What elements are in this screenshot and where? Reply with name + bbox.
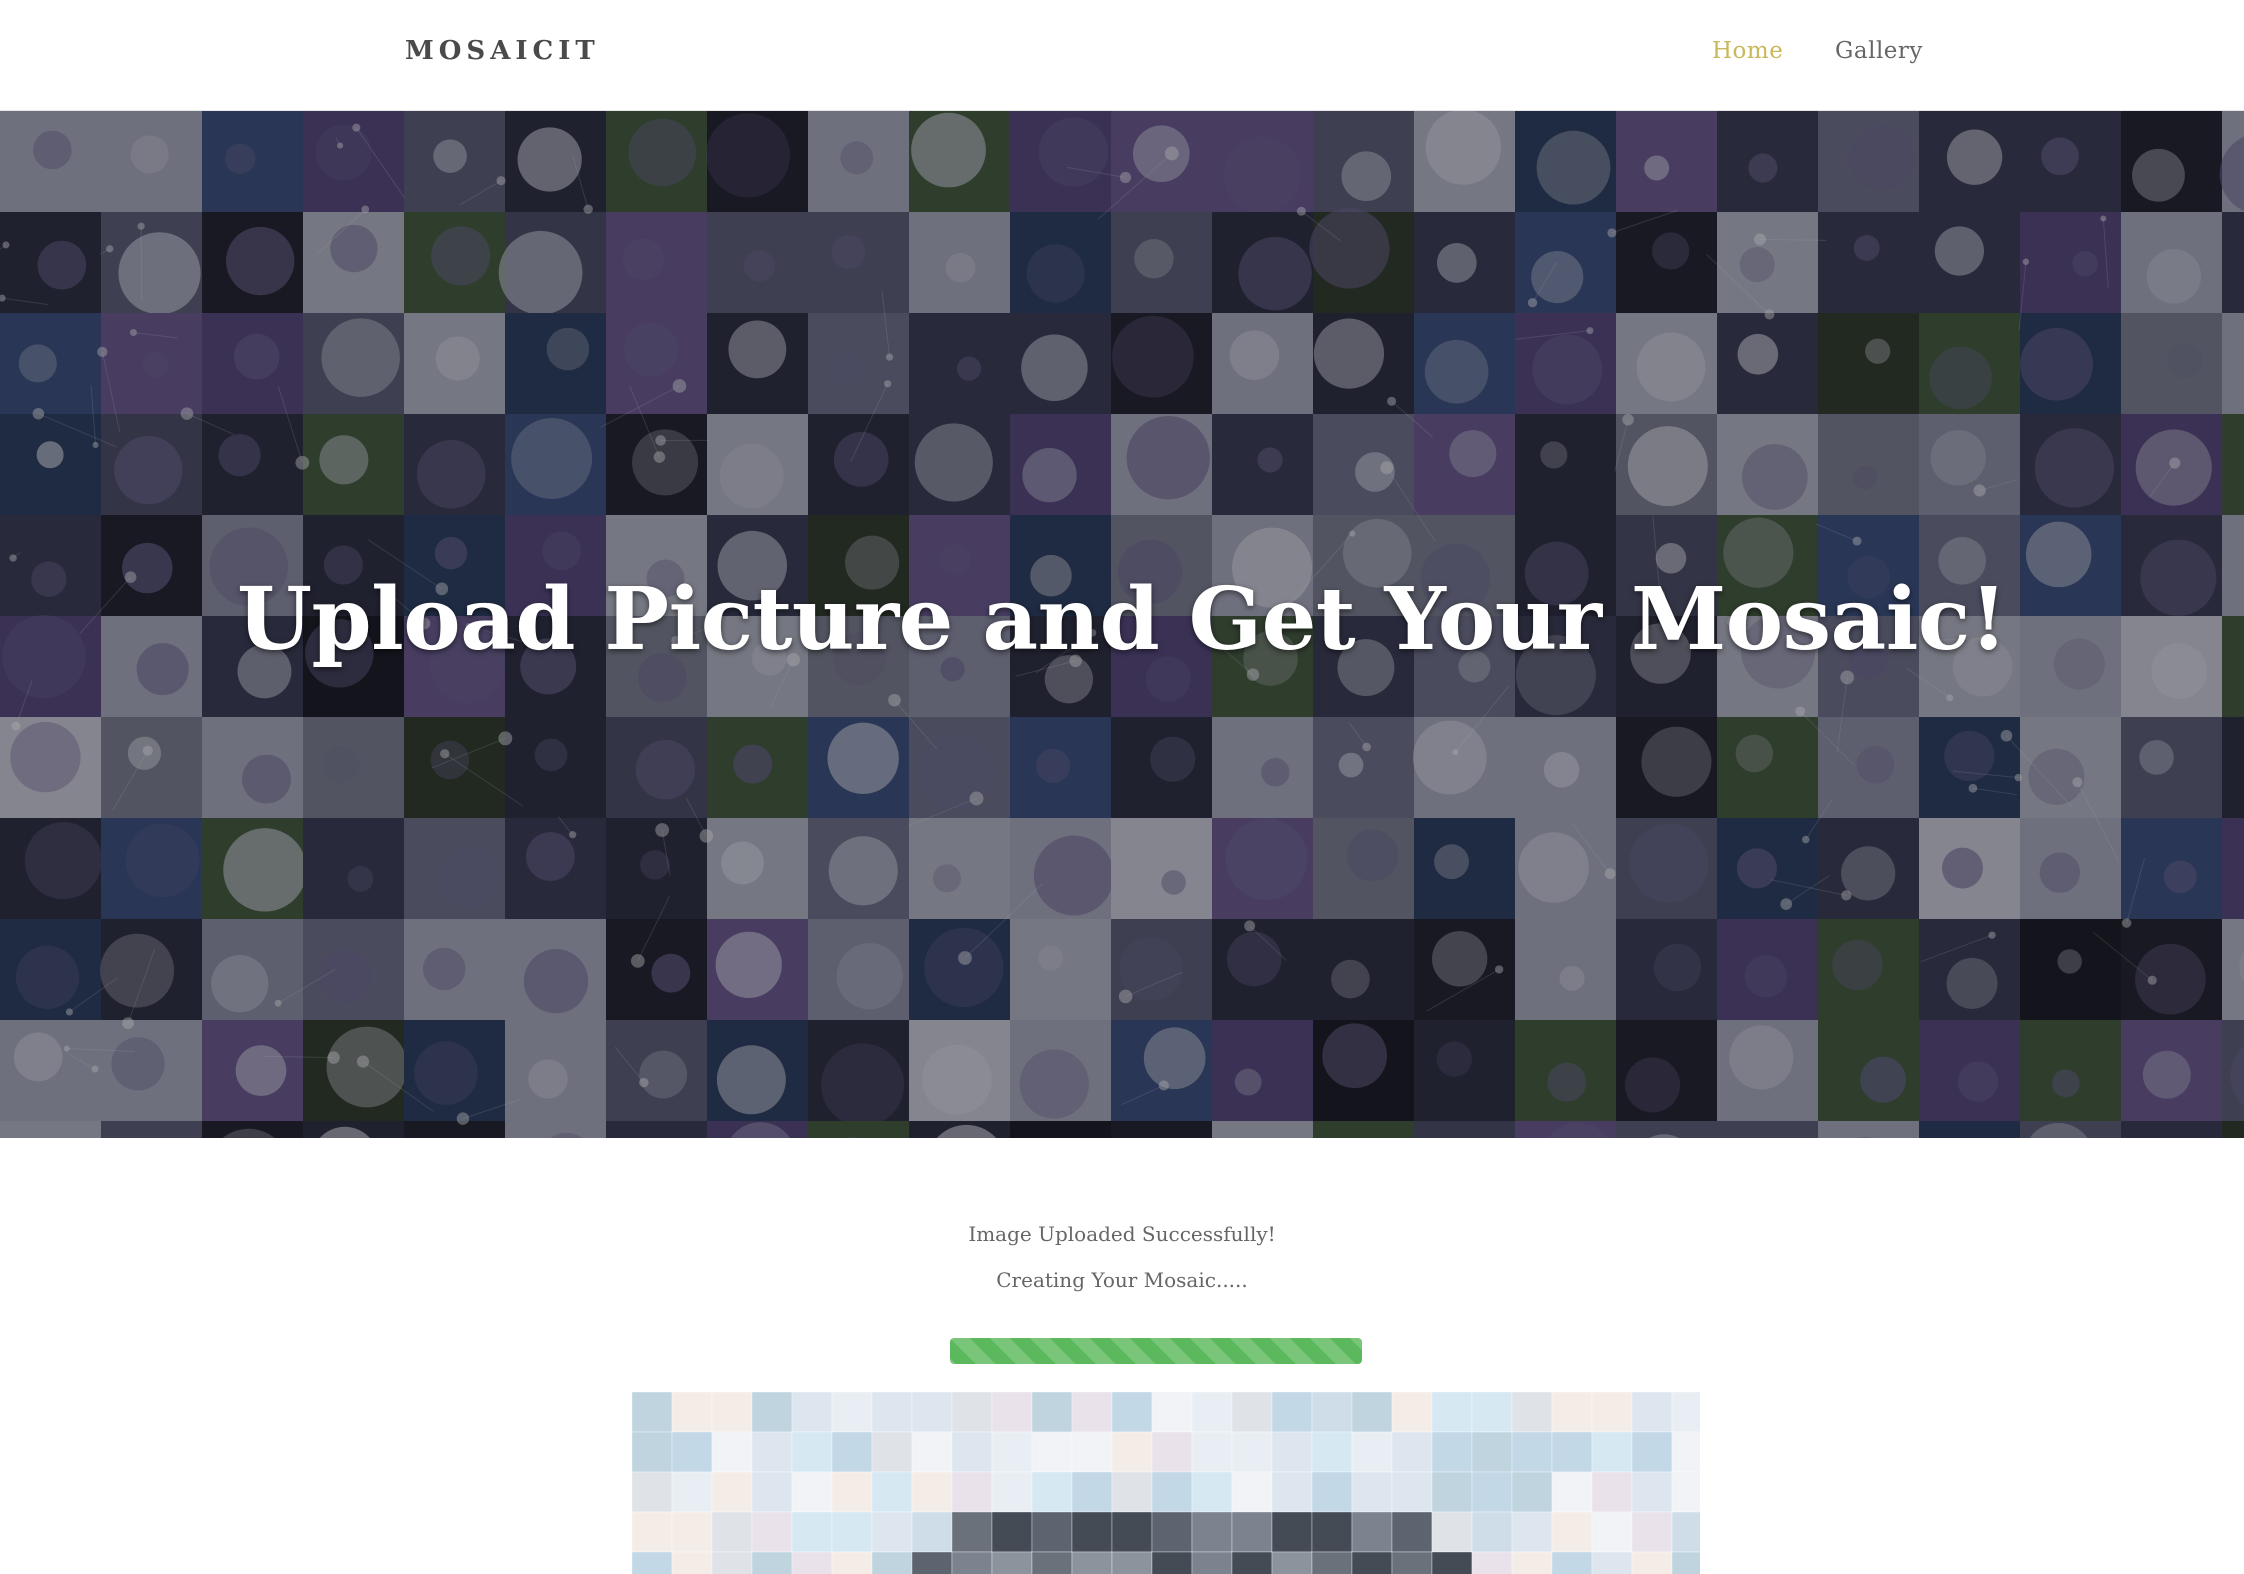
mosaic-progress-bar [950, 1338, 1362, 1364]
hero-title: Upload Picture and Get Your Mosaic! [236, 569, 2008, 670]
progress-bar-fill [950, 1338, 1362, 1364]
hero-banner: Upload Picture and Get Your Mosaic! [0, 111, 2244, 1138]
upload-success-message: Image Uploaded Successfully! [968, 1222, 1276, 1246]
top-navbar: MOSAICIT Home Gallery [0, 0, 2244, 111]
nav-gallery-link[interactable]: Gallery [1835, 38, 1923, 64]
nav-home-link[interactable]: Home [1712, 38, 1783, 64]
creating-mosaic-message: Creating Your Mosaic..... [996, 1268, 1248, 1292]
brand-logo[interactable]: MOSAICIT [405, 36, 600, 66]
mosaic-preview-image [632, 1392, 1700, 1574]
